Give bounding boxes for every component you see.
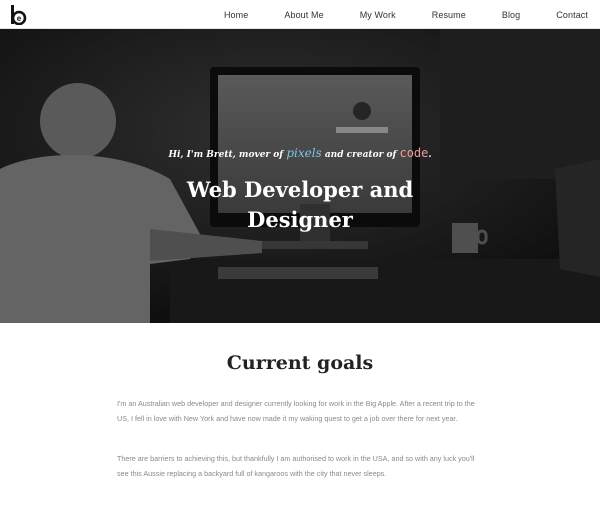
- main-nav: Home About Me My Work Resume Blog Contac…: [188, 0, 588, 29]
- nav-about-me[interactable]: About Me: [284, 10, 323, 20]
- site-header: e Home About Me My Work Resume Blog Cont…: [0, 0, 600, 29]
- tagline-pixels: pixels: [286, 146, 322, 160]
- nav-resume[interactable]: Resume: [432, 10, 466, 20]
- svg-text:e: e: [17, 14, 22, 23]
- nav-home[interactable]: Home: [224, 10, 248, 20]
- hero-title: Web Developer and Designer: [186, 177, 414, 232]
- nav-contact[interactable]: Contact: [556, 10, 588, 20]
- hero-banner: Hi, I'm Brett, mover of pixels and creat…: [0, 29, 600, 323]
- nav-my-work[interactable]: My Work: [360, 10, 396, 20]
- tagline-code: code: [399, 146, 429, 160]
- goals-paragraph-1: I'm an Australian web developer and desi…: [117, 399, 475, 423]
- goals-paragraph-2: There are barriers to achieving this, bu…: [117, 454, 475, 478]
- nav-blog[interactable]: Blog: [502, 10, 520, 20]
- hero-tagline: Hi, I'm Brett, mover of pixels and creat…: [168, 146, 432, 160]
- current-goals-heading: Current goals: [226, 352, 374, 374]
- be-logo-icon[interactable]: e: [10, 5, 28, 25]
